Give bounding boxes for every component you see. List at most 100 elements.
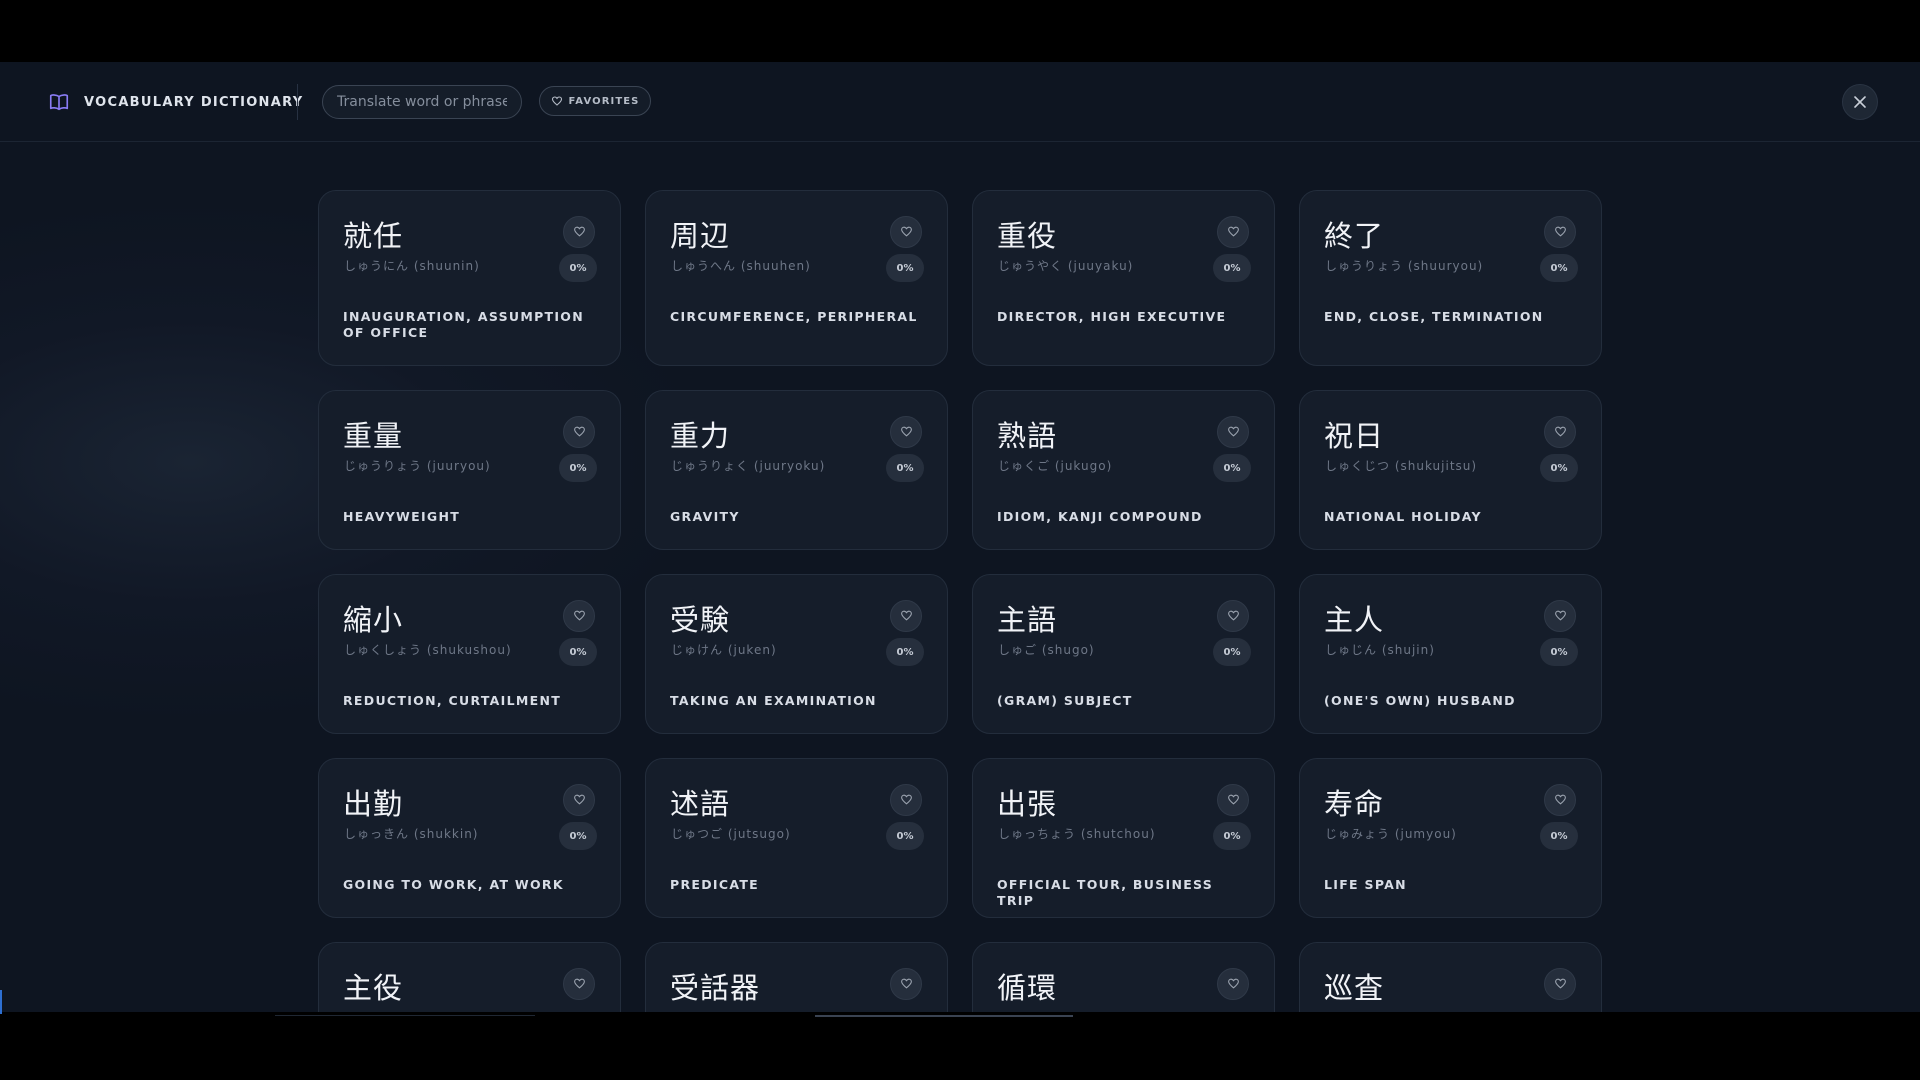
close-icon: [1854, 96, 1866, 108]
brand: VOCABULARY DICTIONARY: [48, 90, 303, 114]
vocab-word: 巡査: [1324, 971, 1385, 1005]
vocab-reading: じゅうりょく (juuryoku): [671, 459, 826, 473]
vocab-word: 周辺: [670, 219, 731, 253]
vocab-word: 受話器: [670, 971, 761, 1005]
vocab-meaning: (ONE'S OWN) HUSBAND: [1324, 693, 1516, 708]
vocab-word: 重力: [670, 419, 731, 453]
favorite-heart-button[interactable]: [563, 416, 595, 448]
vocab-reading: しゅじん (shujin): [1325, 643, 1435, 657]
vocab-word: 出張: [997, 787, 1058, 821]
vocab-card[interactable]: 出張 しゅっちょう (shutchou) 0% OFFICIAL TOUR, BUSI…: [972, 758, 1275, 918]
heart-icon: [1554, 791, 1567, 810]
favorite-heart-button[interactable]: [890, 784, 922, 816]
favorite-heart-button[interactable]: [1217, 416, 1249, 448]
favorite-heart-button[interactable]: [890, 968, 922, 1000]
vocab-reading: しゅくじつ (shukujitsu): [1325, 459, 1478, 473]
dictionary-window: VOCABULARY DICTIONARY FAVORITES 就任しゅうにん …: [0, 62, 1920, 1012]
app-title: VOCABULARY DICTIONARY: [84, 94, 304, 110]
favorites-button[interactable]: FAVORITES: [539, 86, 651, 116]
vocab-card[interactable]: 祝日 しゅくじつ (shukujitsu) 0% NATIONAL HOLIDAY: [1299, 390, 1602, 550]
vocab-card[interactable]: 出勤 しゅっきん (shukkin) 0% GOING TO WORK, AT WOR…: [318, 758, 621, 918]
heart-icon: [900, 975, 913, 994]
vocab-meaning: PREDICATE: [670, 877, 759, 892]
vocab-word: 終了: [1324, 219, 1385, 253]
vocab-word: 縮小: [343, 603, 404, 637]
vocab-meaning: END, CLOSE, TERMINATION: [1324, 309, 1544, 324]
vocab-reading: じゅみょう (jumyou): [1325, 827, 1457, 841]
favorite-heart-button[interactable]: [1217, 968, 1249, 1000]
vocab-card[interactable]: 周辺 しゅうへん (shuuhen) 0% CIRCUMFERENCE, PERIPH…: [645, 190, 948, 366]
heart-icon: [573, 423, 586, 442]
vocab-meaning: REDUCTION, CURTAILMENT: [343, 693, 562, 708]
favorite-heart-button[interactable]: [563, 600, 595, 632]
progress-badge: 0%: [1540, 638, 1578, 666]
progress-badge: 0%: [1213, 254, 1251, 282]
vocab-card[interactable]: 主語 しゅご (shugo) 0% (GRAM) SUBJECT: [972, 574, 1275, 734]
vocab-card[interactable]: 熟語 じゅくご (jukugo) 0% IDIOM, KANJI COMPOUND: [972, 390, 1275, 550]
vocab-word: 重役: [997, 219, 1058, 253]
vocab-card[interactable]: 重役 じゅうやく (juuyaku) 0% DIRECTOR, HIGH EXECUT…: [972, 190, 1275, 366]
vocab-meaning: (GRAM) SUBJECT: [997, 693, 1133, 708]
horizontal-scrollbar[interactable]: [815, 1015, 1073, 1017]
progress-badge: 0%: [1540, 254, 1578, 282]
vocab-card[interactable]: 就任 しゅうにん (shuunin) 0% INAUGURATION, ASSUMPT…: [318, 190, 621, 366]
favorite-heart-button[interactable]: [1217, 600, 1249, 632]
vocab-word: 受験: [670, 603, 731, 637]
heart-icon: [900, 607, 913, 626]
vocab-card[interactable]: 述語 じゅつご (jutsugo) 0% PREDICATE: [645, 758, 948, 918]
vocab-word: 述語: [670, 787, 731, 821]
heart-icon: [1227, 975, 1240, 994]
vocab-card[interactable]: 重量 じゅうりょう (juuryou) 0% HEAVYWEIGHT: [318, 390, 621, 550]
vocab-card[interactable]: 終了 しゅうりょう (shuuryou) 0% END, CLOSE, TERMINA…: [1299, 190, 1602, 366]
vocab-card[interactable]: 縮小 しゅくしょう (shukushou) 0% REDUCTION, CURTAIL…: [318, 574, 621, 734]
vocab-card[interactable]: 主役: [318, 942, 621, 1012]
favorite-heart-button[interactable]: [1217, 784, 1249, 816]
vocab-card[interactable]: 受験 じゅけん (juken) 0% TAKING AN EXAMINATION: [645, 574, 948, 734]
translate-search-input[interactable]: [322, 85, 522, 119]
vocab-reading: しゅうへん (shuuhen): [671, 259, 811, 273]
vocab-word: 熟語: [997, 419, 1058, 453]
vocab-word: 循環: [997, 971, 1058, 1005]
vocab-meaning: GOING TO WORK, AT WORK: [343, 877, 564, 892]
close-button[interactable]: [1842, 84, 1878, 120]
vocab-card[interactable]: 受話器: [645, 942, 948, 1012]
vocab-card[interactable]: 重力 じゅうりょく (juuryoku) 0% GRAVITY: [645, 390, 948, 550]
favorite-heart-button[interactable]: [1544, 784, 1576, 816]
heart-icon: [1554, 423, 1567, 442]
favorite-heart-button[interactable]: [890, 600, 922, 632]
heart-icon: [900, 223, 913, 242]
progress-badge: 0%: [1540, 822, 1578, 850]
vocab-word: 寿命: [1324, 787, 1385, 821]
vocab-reading: しゅくしょう (shukushou): [344, 643, 512, 657]
vocab-meaning: CIRCUMFERENCE, PERIPHERAL: [670, 309, 918, 324]
favorite-heart-button[interactable]: [563, 216, 595, 248]
progress-badge: 0%: [886, 454, 924, 482]
heart-icon: [1227, 607, 1240, 626]
favorite-heart-button[interactable]: [1544, 216, 1576, 248]
vocab-reading: しゅご (shugo): [998, 643, 1095, 657]
favorite-heart-button[interactable]: [1544, 600, 1576, 632]
vocab-card[interactable]: 巡査: [1299, 942, 1602, 1012]
favorite-heart-button[interactable]: [890, 216, 922, 248]
header-divider: [297, 84, 298, 120]
vocab-meaning: OFFICIAL TOUR, BUSINESS TRIP: [997, 877, 1214, 908]
vocab-meaning: TAKING AN EXAMINATION: [670, 693, 877, 708]
vocab-reading: じゅうやく (juuyaku): [998, 259, 1134, 273]
vocab-meaning: LIFE SPAN: [1324, 877, 1407, 892]
vocab-card[interactable]: 寿命じゅみょう (jumyou) 0% LIFE SPAN: [1299, 758, 1602, 918]
favorite-heart-button[interactable]: [563, 968, 595, 1000]
vocab-card[interactable]: 主人しゅじん (shujin) 0% (ONE'S OWN) HUSBAND: [1299, 574, 1602, 734]
vocab-word: 主人: [1324, 603, 1385, 637]
progress-badge: 0%: [1213, 454, 1251, 482]
favorite-heart-button[interactable]: [890, 416, 922, 448]
progress-badge: 0%: [1213, 822, 1251, 850]
heart-icon: [1554, 975, 1567, 994]
vocab-card[interactable]: 循環: [972, 942, 1275, 1012]
vocab-word: 出勤: [343, 787, 404, 821]
vocab-meaning: HEAVYWEIGHT: [343, 509, 461, 524]
favorite-heart-button[interactable]: [563, 784, 595, 816]
favorite-heart-button[interactable]: [1544, 416, 1576, 448]
favorite-heart-button[interactable]: [1217, 216, 1249, 248]
heart-icon: [573, 607, 586, 626]
favorite-heart-button[interactable]: [1544, 968, 1576, 1000]
